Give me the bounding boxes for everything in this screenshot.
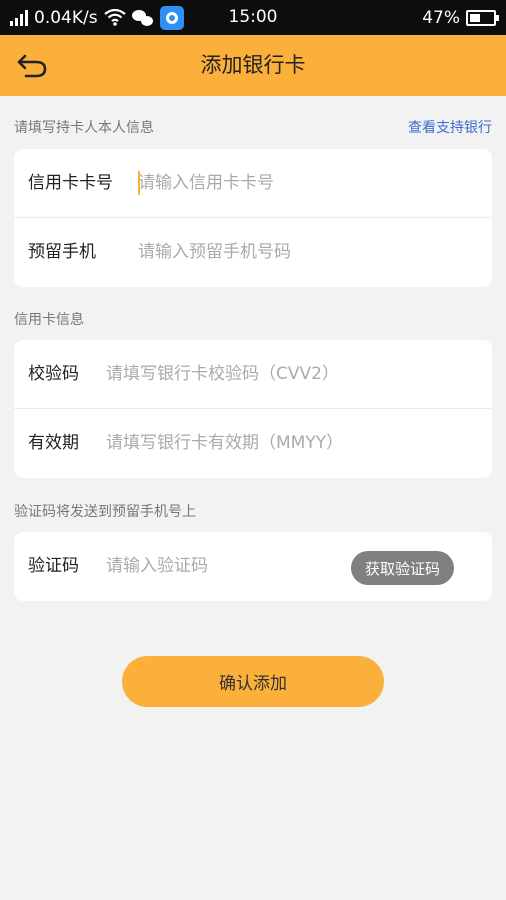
card-section-label: 信用卡信息	[14, 312, 84, 328]
title-bar: 添加银行卡	[0, 35, 506, 96]
expiry-input[interactable]	[106, 426, 476, 460]
cvv-label: 校验码	[28, 364, 79, 384]
holder-section-label: 请填写持卡人本人信息	[14, 120, 154, 136]
card-number-label: 信用卡卡号	[28, 173, 113, 193]
phone-row: 预留手机	[14, 218, 492, 287]
card-info-card: 校验码 有效期	[14, 340, 492, 478]
page-title: 添加银行卡	[200, 53, 306, 77]
expiry-row: 有效期	[14, 409, 492, 478]
verify-section-label: 验证码将发送到预留手机号上	[14, 504, 196, 520]
supported-banks-link[interactable]: 查看支持银行	[408, 117, 492, 137]
battery-icon	[466, 9, 499, 26]
phone-input[interactable]	[138, 235, 468, 269]
card-number-row: 信用卡卡号	[14, 149, 492, 218]
expiry-label: 有效期	[28, 433, 79, 453]
verify-card: 验证码 获取验证码	[14, 532, 492, 601]
holder-info-card: 信用卡卡号 预留手机	[14, 149, 492, 287]
battery-percent: 47%	[422, 7, 460, 28]
card-number-input[interactable]	[138, 166, 468, 200]
code-row: 验证码 获取验证码	[14, 532, 492, 601]
cvv-input[interactable]	[106, 357, 476, 391]
cvv-row: 校验码	[14, 340, 492, 409]
code-label: 验证码	[28, 556, 79, 576]
status-bar: 0.04K/s 15:00 47%	[0, 0, 506, 35]
get-code-button[interactable]: 获取验证码	[350, 551, 454, 585]
status-right: 47%	[422, 0, 499, 35]
confirm-add-button[interactable]: 确认添加	[122, 656, 384, 707]
verification-code-input[interactable]	[106, 549, 336, 583]
phone-label: 预留手机	[28, 242, 96, 262]
